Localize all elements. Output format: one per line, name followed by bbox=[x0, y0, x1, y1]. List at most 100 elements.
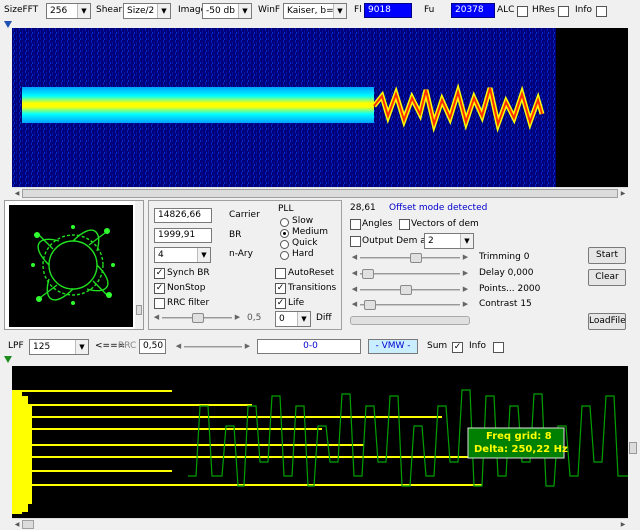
freq-grid-label: Freq grid: 8 bbox=[486, 431, 552, 442]
autoreset-checkbox[interactable] bbox=[275, 268, 286, 279]
scroll-thumb[interactable] bbox=[22, 520, 34, 529]
points-slider[interactable]: ◀ ▶ bbox=[350, 283, 470, 296]
hres-label: HRes bbox=[532, 5, 555, 15]
sizefft-select[interactable]: 256 ▼ bbox=[46, 3, 91, 19]
spectrogram-scrollbar[interactable]: ◀ ▶ bbox=[12, 187, 628, 198]
waveform-scrollbar[interactable]: ◀ ▶ bbox=[12, 518, 628, 529]
info-checkbox[interactable] bbox=[596, 6, 607, 17]
slider-thumb[interactable] bbox=[362, 269, 374, 279]
slider-thumb[interactable] bbox=[400, 285, 412, 295]
triangle-marker-icon[interactable] bbox=[4, 356, 14, 364]
slider-thumb[interactable] bbox=[364, 300, 376, 310]
chevron-left-icon[interactable]: ◀ bbox=[152, 311, 161, 324]
loadfile-button[interactable]: LoadFile bbox=[588, 313, 626, 330]
autoreset-label: AutoReset bbox=[288, 268, 335, 278]
hres-checkbox[interactable] bbox=[558, 6, 569, 17]
pll-radio-hard[interactable] bbox=[280, 251, 289, 260]
chevron-right-icon[interactable]: ▶ bbox=[618, 519, 628, 530]
start-button[interactable]: Start bbox=[588, 247, 626, 264]
rrc-field[interactable]: 0,50 bbox=[139, 339, 166, 354]
life-checkbox[interactable]: ✓ bbox=[275, 298, 286, 309]
rrc-filter-checkbox[interactable] bbox=[154, 298, 165, 309]
vectors-checkbox[interactable] bbox=[399, 219, 410, 230]
chevron-right-icon[interactable]: ▶ bbox=[461, 298, 470, 311]
chevron-left-icon[interactable]: ◀ bbox=[350, 267, 359, 280]
contrast-slider[interactable]: ◀ ▶ bbox=[350, 298, 470, 311]
pll-radio-quick[interactable] bbox=[280, 240, 289, 249]
alc-checkbox[interactable] bbox=[517, 6, 528, 17]
lpf-label: LPF bbox=[8, 341, 24, 351]
constellation-plot bbox=[31, 225, 115, 305]
chevron-down-icon: ▼ bbox=[297, 312, 310, 326]
pll-radio-slow[interactable] bbox=[280, 218, 289, 227]
chevron-down-icon: ▼ bbox=[77, 4, 90, 18]
waveform-display[interactable]: Freq grid: 8 Delta: 250,22 Hz bbox=[12, 366, 628, 518]
clear-button[interactable]: Clear bbox=[588, 269, 626, 286]
transitions-checkbox[interactable]: ✓ bbox=[275, 283, 286, 294]
nonstop-label: NonStop bbox=[167, 283, 206, 293]
chevron-down-icon: ▼ bbox=[333, 4, 346, 18]
slider-track bbox=[360, 273, 460, 275]
shear-value: Size/2 bbox=[127, 6, 155, 16]
spectrogram[interactable] bbox=[12, 28, 628, 188]
chevron-left-icon[interactable]: ◀ bbox=[174, 340, 183, 353]
diff-label: Diff bbox=[316, 313, 332, 323]
chevron-left-icon[interactable]: ◀ bbox=[350, 251, 359, 264]
output-dem-checkbox[interactable] bbox=[350, 236, 361, 247]
chevron-down-icon: ▼ bbox=[157, 4, 170, 18]
offset-status: Offset mode detected bbox=[389, 203, 488, 213]
info-checkbox[interactable] bbox=[493, 342, 504, 353]
chevron-right-icon[interactable]: ▶ bbox=[618, 188, 628, 199]
waveform-vscrollbar[interactable] bbox=[628, 366, 638, 518]
vectors-label: Vectors of dem bbox=[411, 219, 479, 229]
scroll-thumb[interactable] bbox=[136, 305, 142, 315]
diff-select[interactable]: 0 ▼ bbox=[275, 311, 311, 327]
rrc-slider[interactable]: ◀ ▶ bbox=[174, 340, 252, 353]
delay-slider[interactable]: ◀ ▶ bbox=[350, 267, 470, 280]
chevron-down-icon: ▼ bbox=[460, 234, 473, 248]
chevron-right-icon[interactable]: ▶ bbox=[461, 283, 470, 296]
slider-thumb[interactable] bbox=[192, 313, 204, 323]
br-field[interactable]: 1999,91 bbox=[154, 228, 212, 243]
synch-br-checkbox[interactable]: ✓ bbox=[154, 268, 165, 279]
lpf-select[interactable]: 125 ▼ bbox=[29, 339, 89, 355]
vmw-button[interactable]: - VMW - bbox=[368, 339, 418, 354]
winf-select[interactable]: Kaiser, b=8 ▼ bbox=[283, 3, 347, 19]
chevron-down-icon: ▼ bbox=[75, 340, 88, 354]
output-dem-select[interactable]: 2 ▼ bbox=[424, 233, 474, 249]
constellation-panel bbox=[4, 200, 144, 330]
nary-label: n-Ary bbox=[229, 249, 253, 259]
alc-label: ALC bbox=[497, 5, 515, 15]
chevron-right-icon[interactable]: ▶ bbox=[461, 251, 470, 264]
lpf-value: 125 bbox=[33, 342, 51, 352]
image-select[interactable]: -50 db ▼ bbox=[202, 3, 252, 19]
chevron-left-icon[interactable]: ◀ bbox=[12, 188, 22, 199]
spectrogram-canvas bbox=[12, 28, 556, 188]
fl-field[interactable]: 9018 bbox=[364, 3, 412, 18]
shear-select[interactable]: Size/2 ▼ bbox=[123, 3, 171, 19]
sum-checkbox[interactable]: ✓ bbox=[452, 342, 463, 353]
nonstop-checkbox[interactable]: ✓ bbox=[154, 283, 165, 294]
rrc-filter-label: RRC filter bbox=[167, 298, 210, 308]
scroll-thumb[interactable] bbox=[22, 189, 618, 198]
angles-checkbox[interactable] bbox=[350, 219, 361, 230]
trimming-slider[interactable]: ◀ ▶ bbox=[350, 251, 470, 264]
carrier-field[interactable]: 14826,66 bbox=[154, 208, 212, 223]
constellation-scrollbar[interactable] bbox=[135, 201, 143, 329]
nary-select[interactable]: 4 ▼ bbox=[154, 247, 211, 263]
scroll-thumb[interactable] bbox=[629, 442, 637, 454]
delta-label: Delta: 250,22 Hz bbox=[474, 444, 568, 455]
output-dem-value: 2 bbox=[428, 236, 434, 246]
slider-thumb[interactable] bbox=[410, 253, 422, 263]
chevron-right-icon[interactable]: ▶ bbox=[243, 340, 252, 353]
chevron-left-icon[interactable]: ◀ bbox=[12, 519, 22, 530]
phase-slider[interactable]: ◀ ▶ bbox=[152, 311, 242, 324]
chevron-left-icon[interactable]: ◀ bbox=[350, 283, 359, 296]
life-label: Life bbox=[288, 298, 305, 308]
fu-field[interactable]: 20378 bbox=[451, 3, 495, 18]
br-label: BR bbox=[229, 230, 242, 240]
chevron-right-icon[interactable]: ▶ bbox=[461, 267, 470, 280]
chevron-right-icon[interactable]: ▶ bbox=[233, 311, 242, 324]
pll-radio-medium[interactable] bbox=[280, 229, 289, 238]
chevron-left-icon[interactable]: ◀ bbox=[350, 298, 359, 311]
